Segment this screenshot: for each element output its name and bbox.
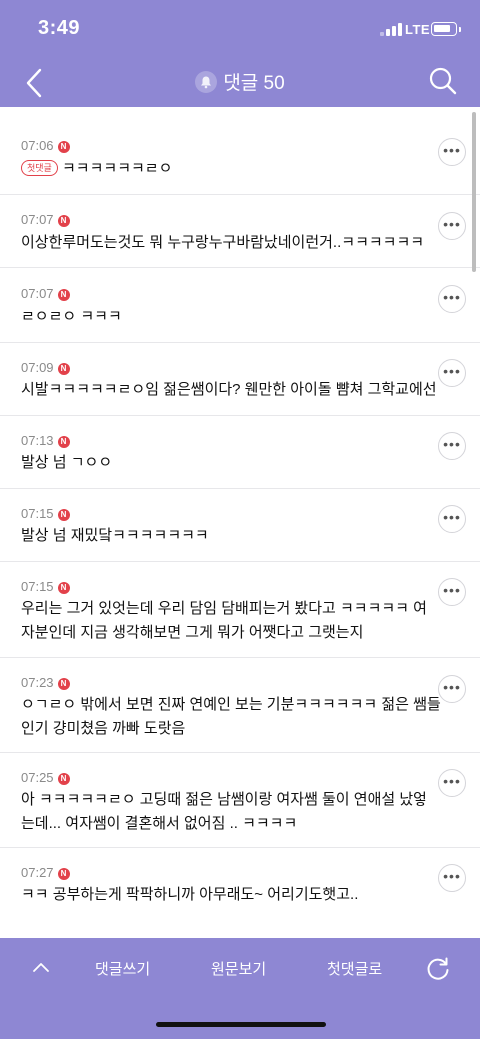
new-badge: N bbox=[57, 868, 70, 880]
chevron-up-icon bbox=[33, 963, 49, 972]
view-original-button[interactable]: 원문보기 bbox=[211, 958, 266, 979]
bottom-bar: 댓글쓰기 원문보기 첫댓글로 bbox=[0, 938, 480, 1039]
new-badge: N bbox=[57, 215, 70, 227]
comment-time: 07:13 bbox=[21, 433, 54, 448]
refresh-icon bbox=[427, 957, 449, 980]
more-button[interactable]: ••• bbox=[438, 285, 466, 313]
page-title: 댓글 50 bbox=[223, 73, 285, 94]
comment-meta: 07:27 N bbox=[21, 865, 70, 881]
more-button[interactable]: ••• bbox=[438, 138, 466, 166]
comment-item: 07:07 N 이상한루머도는것도 뭐 누구랑누구바람났네이런거..ㅋㅋㅋㅋㅋㅋ … bbox=[0, 195, 480, 268]
more-button[interactable]: ••• bbox=[438, 359, 466, 387]
comment-text: ㅋㅋ 공부하는게 팍팍하니까 아무래도~ 어리기도햇고.. bbox=[21, 886, 359, 903]
comment-text: ㄹㅇㄹㅇ ㅋㅋㅋ bbox=[21, 308, 122, 325]
signal-icon bbox=[380, 22, 402, 36]
top-bar: 3:49 LTE 댓글 50 bbox=[0, 0, 480, 107]
comment-meta: 07:15 N bbox=[21, 506, 70, 522]
comment-time: 07:15 bbox=[21, 506, 54, 521]
comment-meta: 07:07 N bbox=[21, 212, 70, 228]
comment-item: 07:07 N ㄹㅇㄹㅇ ㅋㅋㅋ ••• bbox=[0, 268, 480, 343]
comment-item: 07:06 N 첫댓글 ㅋㅋㅋㅋㅋㅋㄹㅇ ••• bbox=[0, 107, 480, 195]
more-button[interactable]: ••• bbox=[438, 432, 466, 460]
comment-item: 07:15 N 발상 넘 재밌닼ㅋㅋㅋㅋㅋㅋㅋ ••• bbox=[0, 489, 480, 562]
page-title-group: 댓글 50 bbox=[0, 68, 480, 95]
comment-text: 발상 넘 ㄱㅇㅇ bbox=[21, 454, 113, 471]
nav-bar: 댓글 50 bbox=[0, 60, 480, 107]
bell-icon[interactable] bbox=[195, 71, 218, 93]
comment-text: 발상 넘 재밌닼ㅋㅋㅋㅋㅋㅋㅋ bbox=[21, 527, 209, 544]
comment-meta: 07:09 N bbox=[21, 360, 70, 376]
comment-meta: 07:23 N bbox=[21, 675, 70, 691]
comment-item: 07:09 N 시발ㅋㅋㅋㅋㅋㄹㅇ임 젊은쌤이다? 웬만한 아이돌 뺨쳐 그학교에… bbox=[0, 343, 480, 416]
comment-meta: 07:07 N bbox=[21, 286, 70, 302]
comment-text: ㅇㄱㄹㅇ 밖에서 보면 진짜 연예인 보는 기분ㅋㅋㅋㅋㅋㅋ 젊은 쌤들 인기 … bbox=[21, 696, 441, 737]
comment-text: 우리는 그거 있엇는데 우리 담임 담배피는거 봤다고 ㅋㅋㅋㅋㅋ 여 자분인데… bbox=[21, 600, 427, 641]
write-comment-button[interactable]: 댓글쓰기 bbox=[95, 958, 150, 979]
comment-time: 07:06 bbox=[21, 138, 54, 153]
comment-time: 07:07 bbox=[21, 212, 54, 227]
comment-meta: 07:15 N bbox=[21, 579, 70, 595]
comment-item: 07:27 N ㅋㅋ 공부하는게 팍팍하니까 아무래도~ 어리기도햇고.. ••• bbox=[0, 848, 480, 938]
first-comment-badge: 첫댓글 bbox=[21, 160, 58, 176]
scroll-top-button[interactable] bbox=[30, 958, 52, 976]
new-badge: N bbox=[57, 363, 70, 375]
more-button[interactable]: ••• bbox=[438, 864, 466, 892]
more-button[interactable]: ••• bbox=[438, 212, 466, 240]
comment-time: 07:15 bbox=[21, 579, 54, 594]
more-button[interactable]: ••• bbox=[438, 675, 466, 703]
scrollbar[interactable] bbox=[472, 112, 476, 272]
comment-list[interactable]: 07:06 N 첫댓글 ㅋㅋㅋㅋㅋㅋㄹㅇ ••• 07:07 N 이상한루머도는것도… bbox=[0, 107, 480, 938]
more-button[interactable]: ••• bbox=[438, 578, 466, 606]
search-icon bbox=[429, 67, 457, 95]
status-time: 3:49 bbox=[38, 17, 81, 39]
network-label: LTE bbox=[405, 22, 431, 37]
comment-meta: 07:25 N bbox=[21, 770, 70, 786]
new-badge: N bbox=[57, 436, 70, 448]
new-badge: N bbox=[57, 141, 70, 153]
comment-time: 07:23 bbox=[21, 675, 54, 690]
new-badge: N bbox=[57, 773, 70, 785]
comment-time: 07:07 bbox=[21, 286, 54, 301]
new-badge: N bbox=[57, 509, 70, 521]
comment-item: 07:13 N 발상 넘 ㄱㅇㅇ ••• bbox=[0, 416, 480, 489]
new-badge: N bbox=[57, 289, 70, 301]
comment-text: 아 ㅋㅋㅋㅋㅋㄹㅇ 고딩때 젊은 남쌤이랑 여자쌤 둘이 연애설 났엏 는데..… bbox=[21, 791, 427, 832]
more-button[interactable]: ••• bbox=[438, 505, 466, 533]
comment-time: 07:09 bbox=[21, 360, 54, 375]
first-comment-button[interactable]: 첫댓글로 bbox=[327, 958, 382, 979]
refresh-button[interactable] bbox=[425, 956, 451, 982]
comment-text: 시발ㅋㅋㅋㅋㅋㄹㅇ임 젊은쌤이다? 웬만한 아이돌 뺨쳐 그학교에선 bbox=[21, 381, 437, 398]
comment-item: 07:15 N 우리는 그거 있엇는데 우리 담임 담배피는거 봤다고 ㅋㅋㅋㅋㅋ… bbox=[0, 562, 480, 658]
battery-icon bbox=[431, 22, 461, 36]
comment-item: 07:25 N 아 ㅋㅋㅋㅋㅋㄹㅇ 고딩때 젊은 남쌤이랑 여자쌤 둘이 연애설 … bbox=[0, 753, 480, 848]
comment-text: 이상한루머도는것도 뭐 누구랑누구바람났네이런거..ㅋㅋㅋㅋㅋㅋ bbox=[21, 234, 425, 251]
comment-meta: 07:06 N bbox=[21, 138, 70, 154]
new-badge: N bbox=[57, 582, 70, 594]
more-button[interactable]: ••• bbox=[438, 769, 466, 797]
new-badge: N bbox=[57, 678, 70, 690]
search-button[interactable] bbox=[428, 66, 458, 96]
home-indicator bbox=[156, 1022, 326, 1027]
comment-time: 07:25 bbox=[21, 770, 54, 785]
status-bar: 3:49 LTE bbox=[0, 0, 480, 60]
comment-item: 07:23 N ㅇㄱㄹㅇ 밖에서 보면 진짜 연예인 보는 기분ㅋㅋㅋㅋㅋㅋ 젊은… bbox=[0, 658, 480, 753]
comment-time: 07:27 bbox=[21, 865, 54, 880]
comment-text: ㅋㅋㅋㅋㅋㅋㄹㅇ bbox=[62, 160, 173, 177]
comment-meta: 07:13 N bbox=[21, 433, 70, 449]
